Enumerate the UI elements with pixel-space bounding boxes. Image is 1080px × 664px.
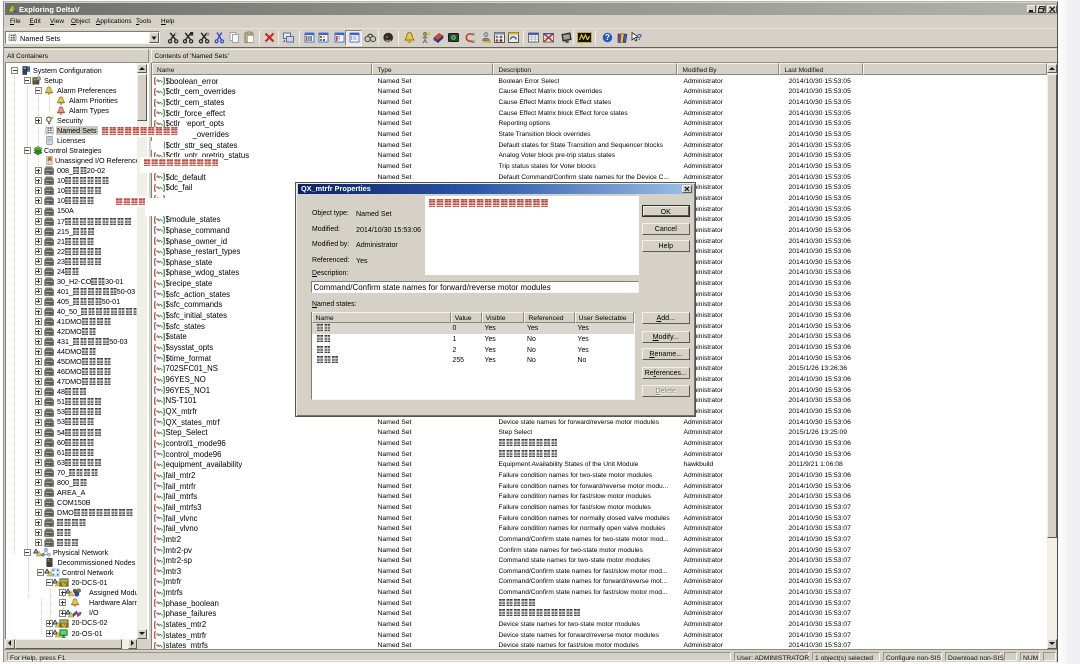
svg-text:?: ? (62, 582, 65, 587)
svg-text:?: ? (637, 32, 642, 42)
svg-text:?: ? (62, 622, 65, 627)
svg-text:?: ? (605, 33, 610, 42)
